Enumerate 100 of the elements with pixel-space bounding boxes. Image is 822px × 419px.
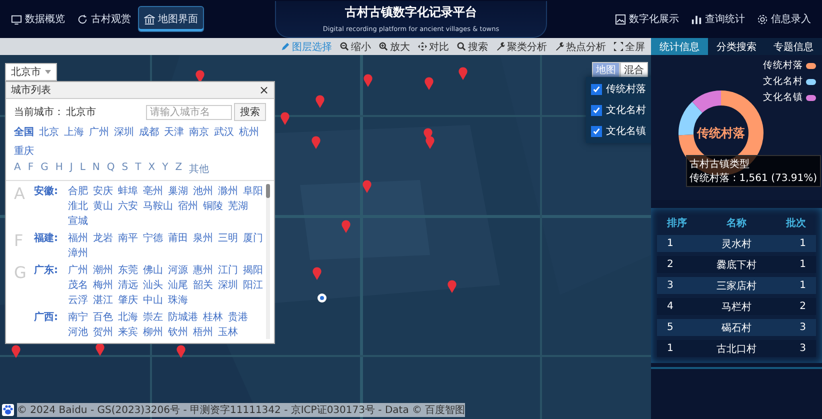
city-link[interactable]: 清远 bbox=[118, 278, 138, 292]
city-link[interactable]: 北京 bbox=[39, 125, 59, 139]
letter-link[interactable]: X bbox=[148, 162, 156, 176]
city-dropdown[interactable]: 北京市 bbox=[5, 63, 57, 81]
city-link[interactable]: 汕头 bbox=[143, 278, 163, 292]
panel-tab[interactable]: 统计信息 bbox=[651, 38, 708, 55]
city-link[interactable]: 巢湖 bbox=[168, 184, 188, 198]
table-row[interactable]: 1 灵水村 1 bbox=[657, 235, 816, 252]
city-link[interactable]: 江门 bbox=[218, 263, 238, 277]
city-link[interactable]: 中山 bbox=[143, 293, 163, 307]
nav-link[interactable]: 数字化展示 bbox=[610, 6, 684, 32]
letter-link[interactable]: N bbox=[92, 162, 100, 176]
city-link[interactable]: 宿州 bbox=[178, 199, 198, 213]
table-row[interactable]: 5 碣石村 3 bbox=[657, 319, 816, 336]
city-link[interactable]: 贵港 bbox=[228, 310, 248, 324]
map-tool-button[interactable]: 聚类分析 bbox=[494, 40, 549, 54]
letter-link[interactable]: L bbox=[80, 162, 86, 176]
city-link[interactable]: 深圳 bbox=[114, 125, 134, 139]
city-link[interactable]: 柳州 bbox=[143, 325, 163, 339]
city-link[interactable]: 桂林 bbox=[203, 310, 223, 324]
map-tool-button[interactable]: 放大 bbox=[377, 40, 412, 54]
search-button[interactable]: 搜索 bbox=[234, 103, 266, 121]
city-link[interactable]: 杭州 bbox=[239, 125, 259, 139]
letter-link[interactable]: Z bbox=[175, 162, 182, 176]
letter-link[interactable]: G bbox=[40, 162, 48, 176]
city-link[interactable]: 宣城 bbox=[68, 214, 88, 228]
city-link[interactable]: 来宾 bbox=[118, 325, 138, 339]
city-link[interactable]: 玉林 bbox=[218, 325, 238, 339]
city-link[interactable]: 厦门 bbox=[243, 231, 263, 245]
city-link[interactable]: 阳江 bbox=[243, 278, 263, 292]
city-link[interactable]: 汕尾 bbox=[168, 278, 188, 292]
table-row[interactable]: 3 三家店村 1 bbox=[657, 277, 816, 294]
city-link[interactable]: 茂名 bbox=[68, 278, 88, 292]
city-link[interactable]: 南京 bbox=[189, 125, 209, 139]
letter-link[interactable]: A bbox=[14, 162, 21, 176]
letter-link[interactable]: Q bbox=[106, 162, 115, 176]
city-link[interactable]: 铜陵 bbox=[203, 199, 223, 213]
city-link[interactable]: 滁州 bbox=[218, 184, 238, 198]
nav-link[interactable]: 查询统计 bbox=[686, 6, 750, 32]
table-row[interactable]: 4 马栏村 2 bbox=[657, 298, 816, 315]
letter-link[interactable]: H bbox=[55, 162, 63, 176]
city-link[interactable]: 黄山 bbox=[93, 199, 113, 213]
city-link[interactable]: 贺州 bbox=[93, 325, 113, 339]
city-link[interactable]: 莆田 bbox=[168, 231, 188, 245]
city-link[interactable]: 上海 bbox=[64, 125, 84, 139]
city-link[interactable]: 全国 bbox=[14, 125, 34, 139]
letter-link[interactable]: F bbox=[28, 162, 34, 176]
city-link[interactable]: 芜湖 bbox=[228, 199, 248, 213]
city-link[interactable]: 云浮 bbox=[68, 293, 88, 307]
city-link[interactable]: 惠州 bbox=[193, 263, 213, 277]
letter-link[interactable]: Y bbox=[162, 162, 168, 176]
city-link[interactable]: 六安 bbox=[118, 199, 138, 213]
city-link[interactable]: 佛山 bbox=[143, 263, 163, 277]
letter-link[interactable]: 其他 bbox=[189, 162, 210, 176]
city-link[interactable]: 阜阳 bbox=[243, 184, 263, 198]
city-link[interactable]: 广州 bbox=[68, 263, 88, 277]
table-row[interactable]: 2 爨底下村 1 bbox=[657, 256, 816, 273]
city-link[interactable]: 武汉 bbox=[214, 125, 234, 139]
map-tool-button[interactable]: 全屏 bbox=[612, 40, 647, 54]
city-link[interactable]: 河源 bbox=[168, 263, 188, 277]
city-link[interactable]: 池州 bbox=[193, 184, 213, 198]
city-link[interactable]: 福州 bbox=[68, 231, 88, 245]
city-link[interactable]: 深圳 bbox=[218, 278, 238, 292]
city-link[interactable]: 泉州 bbox=[193, 231, 213, 245]
map-type-button[interactable]: 混合 bbox=[620, 62, 648, 78]
city-link[interactable]: 南平 bbox=[118, 231, 138, 245]
map-tool-button[interactable]: 搜索 bbox=[455, 40, 490, 54]
map-tool-button[interactable]: 对比 bbox=[416, 40, 451, 54]
letter-link[interactable]: T bbox=[135, 162, 142, 176]
city-link[interactable]: 宁德 bbox=[143, 231, 163, 245]
city-link[interactable]: 淮北 bbox=[68, 199, 88, 213]
city-link[interactable]: 潮州 bbox=[93, 263, 113, 277]
city-link[interactable]: 韶关 bbox=[193, 278, 213, 292]
letter-link[interactable]: J bbox=[70, 162, 73, 176]
city-link[interactable]: 龙岩 bbox=[93, 231, 113, 245]
panel-tab[interactable]: 专题信息 bbox=[765, 38, 822, 55]
table-row[interactable]: 1 古北口村 3 bbox=[657, 340, 816, 357]
nav-link[interactable]: 信息录入 bbox=[752, 6, 816, 32]
city-search-field[interactable]: 请输入城市名 bbox=[146, 104, 232, 120]
city-link[interactable]: 揭阳 bbox=[243, 263, 263, 277]
nav-tab[interactable]: 数据概览 bbox=[6, 6, 70, 32]
map-tool-button[interactable]: 图层选择 bbox=[279, 40, 334, 54]
city-link[interactable]: 百色 bbox=[93, 310, 113, 324]
city-link[interactable]: 防城港 bbox=[168, 310, 198, 324]
city-link[interactable]: 合肥 bbox=[68, 184, 88, 198]
city-link[interactable]: 漳州 bbox=[68, 246, 88, 260]
city-link[interactable]: 湛江 bbox=[93, 293, 113, 307]
panel-tab[interactable]: 分类搜索 bbox=[708, 38, 765, 55]
city-link[interactable]: 马鞍山 bbox=[143, 199, 173, 213]
letter-link[interactable]: S bbox=[122, 162, 128, 176]
nav-tab[interactable]: 地图界面 bbox=[138, 6, 204, 32]
close-button[interactable]: × bbox=[258, 83, 269, 97]
map-tool-button[interactable]: 缩小 bbox=[338, 40, 373, 54]
city-link[interactable]: 三明 bbox=[218, 231, 238, 245]
city-link[interactable]: 河池 bbox=[68, 325, 88, 339]
city-link[interactable]: 梧州 bbox=[193, 325, 213, 339]
city-link[interactable]: 重庆 bbox=[14, 144, 34, 158]
map-tool-button[interactable]: 热点分析 bbox=[553, 40, 608, 54]
city-link[interactable]: 亳州 bbox=[143, 184, 163, 198]
city-link[interactable]: 南宁 bbox=[68, 310, 88, 324]
